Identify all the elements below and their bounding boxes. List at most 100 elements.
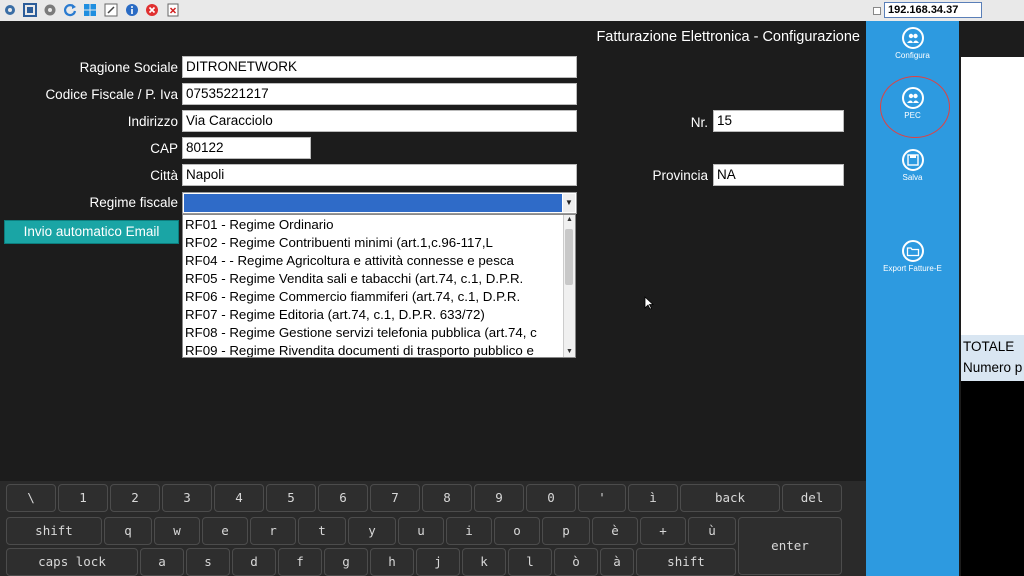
scrollbar-thumb[interactable] <box>565 229 573 285</box>
windows-icon[interactable] <box>83 3 97 17</box>
salva-button[interactable]: Salva <box>866 149 959 182</box>
key[interactable]: à <box>600 548 634 576</box>
black-area <box>961 381 1024 576</box>
key[interactable]: e <box>202 517 248 545</box>
dropdown-option[interactable]: RF07 - Regime Editoria (art.74, c.1, D.P… <box>185 306 561 324</box>
shift-key[interactable]: shift <box>6 517 102 545</box>
ip-checkbox[interactable] <box>873 7 881 15</box>
citta-label: Città <box>150 168 178 183</box>
key[interactable]: 4 <box>214 484 264 512</box>
provincia-input[interactable]: NA <box>713 164 844 186</box>
numero-input[interactable]: 15 <box>713 110 844 132</box>
info-icon[interactable] <box>125 3 139 17</box>
key[interactable]: 7 <box>370 484 420 512</box>
ip-address-field[interactable]: 192.168.34.37 <box>884 2 982 18</box>
numero-label: Nr. <box>690 115 708 130</box>
ragione-sociale-input[interactable]: DITRONETWORK <box>182 56 577 78</box>
totale-label: TOTALE <box>963 339 1015 354</box>
scroll-up-icon[interactable]: ▲ <box>564 215 575 225</box>
dropdown-option[interactable]: RF04 - - Regime Agricoltura e attività c… <box>185 252 561 270</box>
key[interactable]: r <box>250 517 296 545</box>
key[interactable]: q <box>104 517 152 545</box>
key[interactable]: y <box>348 517 396 545</box>
key[interactable]: 9 <box>474 484 524 512</box>
key[interactable]: j <box>416 548 460 576</box>
key[interactable]: g <box>324 548 368 576</box>
export-label: Export Fatture-E <box>883 264 942 273</box>
delete-key[interactable]: del <box>782 484 842 512</box>
dropdown-option[interactable]: RF01 - Regime Ordinario <box>185 216 561 234</box>
folder-icon <box>901 240 924 262</box>
configura-button[interactable]: Configura <box>866 27 959 60</box>
save-icon <box>901 149 924 171</box>
key[interactable]: 5 <box>266 484 316 512</box>
email-auto-button[interactable]: Invio automatico Email <box>4 220 179 244</box>
cap-input[interactable]: 80122 <box>182 137 311 159</box>
enter-key[interactable]: enter <box>738 517 842 575</box>
indirizzo-label: Indirizzo <box>127 114 178 129</box>
indirizzo-input[interactable]: Via Caracciolo <box>182 110 577 132</box>
dropdown-option[interactable]: RF06 - Regime Commercio fiammiferi (art.… <box>185 288 561 306</box>
key[interactable]: è <box>592 517 638 545</box>
key[interactable]: + <box>640 517 686 545</box>
window-title: Fatturazione Elettronica - Configurazion… <box>596 29 860 45</box>
key[interactable]: h <box>370 548 414 576</box>
totals-panel: TOTALE Numero p <box>961 335 1024 381</box>
file-close-icon[interactable] <box>166 3 180 17</box>
gear-icon[interactable] <box>43 3 57 17</box>
key[interactable]: l <box>508 548 552 576</box>
backspace-key[interactable]: back <box>680 484 780 512</box>
salva-label: Salva <box>902 173 923 182</box>
regime-fiscale-select[interactable]: ▼ <box>182 192 577 214</box>
key[interactable]: w <box>154 517 200 545</box>
key[interactable]: 1 <box>58 484 108 512</box>
on-screen-keyboard: \ 1 2 3 4 5 6 7 8 9 0 ' ì back del shift… <box>0 481 866 576</box>
key[interactable]: 8 <box>422 484 472 512</box>
caps-lock-key[interactable]: caps lock <box>6 548 138 576</box>
key[interactable]: k <box>462 548 506 576</box>
key[interactable]: ' <box>578 484 626 512</box>
refresh-icon[interactable] <box>63 3 77 17</box>
pec-label: PEC <box>904 111 921 120</box>
dropdown-option[interactable]: RF09 - Regime Rivendita documenti di tra… <box>185 342 561 357</box>
key[interactable]: a <box>140 548 184 576</box>
export-button[interactable]: Export Fatture-E <box>866 240 959 273</box>
key[interactable]: 3 <box>162 484 212 512</box>
ragione-sociale-label: Ragione Sociale <box>79 60 178 75</box>
key[interactable]: ò <box>554 548 598 576</box>
key[interactable]: u <box>398 517 444 545</box>
key[interactable]: ì <box>628 484 678 512</box>
key[interactable]: p <box>542 517 590 545</box>
key[interactable]: 6 <box>318 484 368 512</box>
key[interactable]: d <box>232 548 276 576</box>
key[interactable]: ù <box>688 517 736 545</box>
fullscreen-icon[interactable] <box>23 3 37 17</box>
citta-input[interactable]: Napoli <box>182 164 577 186</box>
provincia-label: Provincia <box>652 168 708 183</box>
key[interactable]: s <box>186 548 230 576</box>
stop-icon[interactable] <box>145 3 159 17</box>
codice-fiscale-label: Codice Fiscale / P. Iva <box>45 87 178 102</box>
key[interactable]: t <box>298 517 346 545</box>
key[interactable]: 0 <box>526 484 576 512</box>
pec-button[interactable]: PEC <box>866 87 959 120</box>
side-menu-panel: Configura PEC Salva Export Fatture-E <box>866 21 959 576</box>
logout-icon[interactable] <box>104 3 118 17</box>
key[interactable]: f <box>278 548 322 576</box>
regime-fiscale-dropdown[interactable]: RF01 - Regime Ordinario RF02 - Regime Co… <box>182 214 576 358</box>
configura-label: Configura <box>895 51 930 60</box>
key[interactable]: 2 <box>110 484 160 512</box>
key[interactable]: i <box>446 517 492 545</box>
settings-icon[interactable] <box>3 3 17 17</box>
dropdown-option[interactable]: RF08 - Regime Gestione servizi telefonia… <box>185 324 561 342</box>
scroll-down-icon[interactable]: ▼ <box>564 347 575 357</box>
key[interactable]: \ <box>6 484 56 512</box>
dropdown-option[interactable]: RF02 - Regime Contribuenti minimi (art.1… <box>185 234 561 252</box>
dropdown-option[interactable]: RF05 - Regime Vendita sali e tabacchi (a… <box>185 270 561 288</box>
key[interactable]: o <box>494 517 540 545</box>
dropdown-scrollbar[interactable]: ▲ ▼ <box>563 215 575 357</box>
codice-fiscale-input[interactable]: 07535221217 <box>182 83 577 105</box>
shift-key[interactable]: shift <box>636 548 736 576</box>
chevron-down-icon[interactable]: ▼ <box>563 194 575 212</box>
users-icon <box>901 87 924 109</box>
